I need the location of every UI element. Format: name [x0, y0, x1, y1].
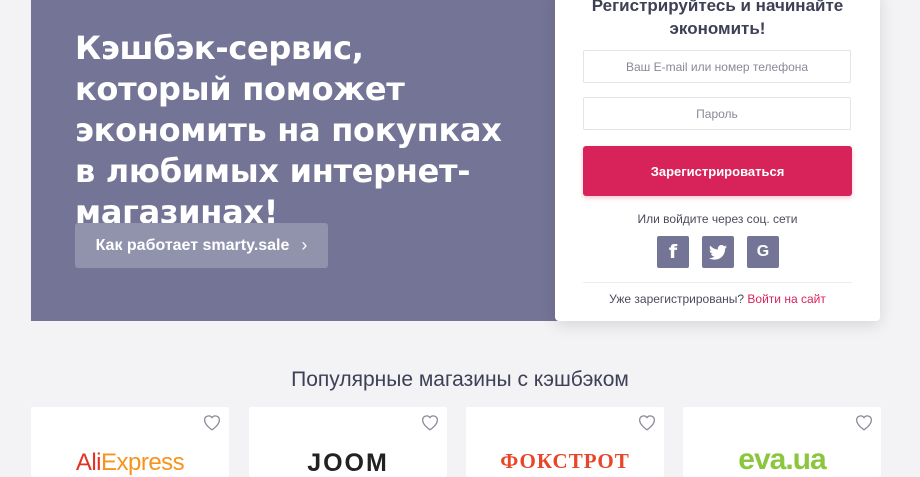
social-login-label: Или войдите через соц. сети — [637, 212, 798, 226]
hero-title: Кэшбэк-сервис, который поможет экономить… — [75, 29, 502, 231]
heart-icon[interactable] — [637, 413, 657, 431]
twitter-icon — [709, 244, 727, 260]
panel-divider — [583, 282, 852, 283]
google-icon: G — [756, 243, 770, 260]
store-card-foxtrot[interactable]: ФОКСТРОТ — [466, 407, 664, 477]
how-it-works-label: Как работает smarty.sale — [95, 236, 290, 254]
chevron-right-icon: › — [301, 235, 308, 255]
register-button[interactable]: Зарегистрироваться — [583, 146, 852, 196]
hero-banner: Кэшбэк-сервис, который поможет экономить… — [31, 0, 579, 321]
facebook-login-button[interactable]: f — [657, 236, 689, 268]
aliexpress-logo: AliExpress — [75, 449, 185, 476]
facebook-icon: f — [668, 241, 678, 263]
joom-logo: JOOM — [307, 449, 389, 477]
popular-stores-title: Популярные магазины с кэшбэком — [291, 368, 629, 391]
register-panel: Регистрируйтесь и начинайте экономить! З… — [555, 0, 880, 321]
already-registered-text: Уже зарегистрированы? — [609, 292, 745, 306]
password-field[interactable] — [583, 97, 851, 130]
login-prompt: Уже зарегистрированы? Войти на сайт — [555, 292, 880, 306]
heart-icon[interactable] — [854, 413, 874, 431]
eva-logo: eva.ua — [738, 443, 826, 476]
store-card-aliexpress[interactable]: AliExpress — [31, 407, 229, 477]
login-link[interactable]: Войти на сайт — [747, 292, 825, 306]
foxtrot-logo: ФОКСТРОТ — [500, 449, 630, 473]
email-field[interactable] — [583, 50, 851, 83]
heart-icon[interactable] — [202, 413, 222, 431]
google-login-button[interactable]: G — [747, 236, 779, 268]
store-card-eva[interactable]: eva.ua — [683, 407, 881, 477]
register-heading: Регистрируйтесь и начинайте экономить! — [591, 0, 844, 38]
heart-icon[interactable] — [420, 413, 440, 431]
how-it-works-button[interactable]: Как работает smarty.sale › — [75, 223, 328, 268]
twitter-login-button[interactable] — [702, 236, 734, 268]
store-card-joom[interactable]: JOOM — [249, 407, 447, 477]
